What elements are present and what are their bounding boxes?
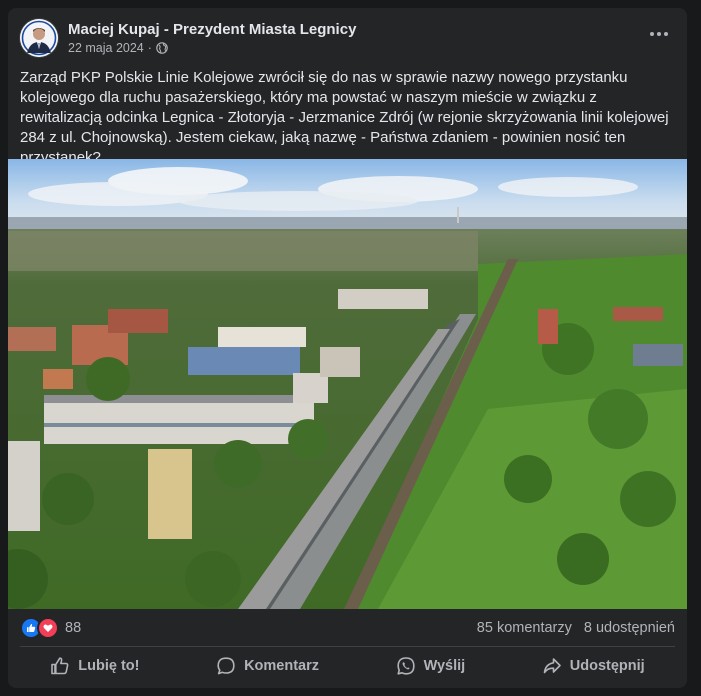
- meta-separator: ·: [147, 41, 152, 55]
- post-card: Maciej Kupaj - Prezydent Miasta Legnicy …: [8, 8, 687, 688]
- share-button[interactable]: Udostępnij: [530, 650, 657, 682]
- post-photo[interactable]: [8, 159, 687, 609]
- actions-divider: [20, 646, 675, 647]
- heart-icon: [37, 617, 59, 639]
- post-text: Zarząd PKP Polskie Linie Kolejowe zwróci…: [20, 69, 669, 166]
- globe-icon[interactable]: [156, 42, 168, 54]
- thumbs-up-icon: [51, 657, 69, 675]
- ellipsis-icon: [650, 32, 668, 36]
- like-button[interactable]: Lubię to!: [38, 650, 151, 682]
- send-button[interactable]: Wyślij: [384, 650, 478, 682]
- send-label: Wyślij: [423, 658, 466, 674]
- share-arrow-icon: [543, 658, 561, 674]
- whatsapp-icon: [396, 657, 415, 675]
- comment-label: Komentarz: [244, 658, 319, 674]
- more-options-button[interactable]: [641, 22, 677, 46]
- post-stats: 88 85 komentarzy 8 udostępnień: [20, 614, 675, 642]
- reactions-summary[interactable]: 88: [20, 617, 81, 639]
- comment-button[interactable]: Komentarz: [204, 650, 331, 682]
- post-meta: 22 maja 2024 ·: [68, 41, 168, 55]
- reactions-count: 88: [65, 620, 82, 636]
- like-label: Lubię to!: [78, 658, 140, 674]
- author-name[interactable]: Maciej Kupaj - Prezydent Miasta Legnicy: [68, 21, 356, 38]
- post-actions: Lubię to! Komentarz Wyślij Udostępnij: [12, 648, 683, 684]
- shares-count[interactable]: 8 udostępnień: [584, 620, 675, 636]
- comment-icon: [217, 657, 235, 675]
- author-avatar[interactable]: [20, 19, 58, 57]
- post-header: Maciej Kupaj - Prezydent Miasta Legnicy …: [8, 8, 687, 60]
- post-date[interactable]: 22 maja 2024: [68, 41, 144, 55]
- comments-count[interactable]: 85 komentarzy: [477, 620, 572, 636]
- share-label: Udostępnij: [569, 658, 645, 674]
